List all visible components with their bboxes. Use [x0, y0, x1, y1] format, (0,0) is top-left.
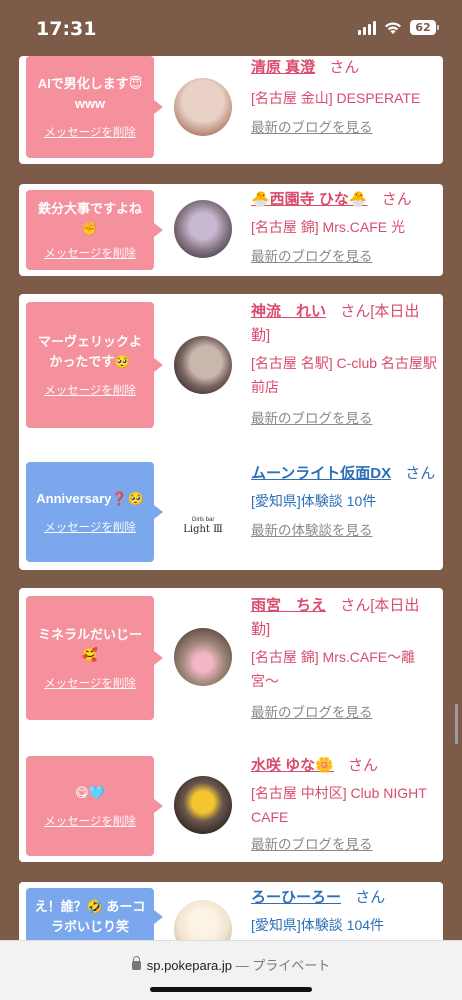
message-text: ミネラルだいじー🥰 — [37, 627, 142, 662]
private-mode-label: プライベート — [252, 958, 331, 973]
message-bubble: Anniversary❓🥺 メッセージを削除 — [26, 462, 163, 562]
profile-info: 清原 真澄 さん [名古屋 金山] DESPERATE 最新のブログを見る — [251, 56, 437, 136]
delete-message-link[interactable]: メッセージを削除 — [44, 813, 136, 829]
message-bubble: 鉄分大事ですよね✊ メッセージを削除 — [26, 190, 163, 270]
profile-name-link[interactable]: ムーンライト仮面DX — [251, 465, 391, 482]
avatar[interactable] — [174, 900, 232, 940]
avatar[interactable] — [174, 336, 232, 394]
url-separator: — — [232, 958, 253, 973]
honorific: さん — [381, 191, 412, 208]
message-card: 鉄分大事ですよね✊ メッセージを削除 🐣西園寺 ひな🐣 さん [名古屋 錦] M… — [19, 184, 443, 276]
honorific: さん — [348, 757, 379, 774]
honorific: さん — [340, 303, 371, 320]
profile-name-link[interactable]: 清原 真澄 — [251, 59, 315, 76]
message-feed[interactable]: AIで男化します😇 www メッセージを削除 清原 真澄 さん [名古屋 金山]… — [0, 56, 462, 940]
delete-message-link[interactable]: メッセージを削除 — [44, 675, 136, 691]
message-card: え！誰？🤣 あーコラボいじり笑 ろーひーろー さん [愛知県]体験談 104件 — [19, 882, 443, 940]
battery-icon: 62 — [410, 20, 439, 35]
profile-name-link[interactable]: 水咲 ゆな🌼 — [251, 757, 334, 774]
honorific: さん — [355, 889, 386, 906]
message-card: 😋🩵 メッセージを削除 水咲 ゆな🌼 さん [名古屋 中村区] Club NIG… — [19, 748, 443, 862]
honorific: さん — [329, 59, 360, 76]
avatar[interactable] — [174, 776, 232, 834]
avatar[interactable] — [174, 200, 232, 258]
delete-message-link[interactable]: メッセージを削除 — [44, 519, 136, 535]
profile-info: 神流 れい さん[本日出勤] [名古屋 名駅] C-club 名古屋駅前店 最新… — [251, 300, 437, 427]
message-bubble: AIで男化します😇 www メッセージを削除 — [26, 56, 163, 158]
message-card: Anniversary❓🥺 メッセージを削除 Girls bar Light Ⅲ… — [19, 454, 443, 570]
lock-icon — [131, 956, 141, 970]
browser-url-bar[interactable]: sp.pokepara.jp — プライベート — [0, 940, 462, 1000]
profile-info: 水咲 ゆな🌼 さん [名古屋 中村区] Club NIGHT CAFE 最新のブ… — [251, 754, 437, 853]
profile-info: ろーひーろー さん [愛知県]体験談 104件 — [251, 886, 437, 937]
home-indicator[interactable] — [150, 987, 312, 992]
message-text: AIで男化します😇 www — [37, 76, 143, 111]
latest-blog-link[interactable]: 最新のブログを見る — [251, 245, 437, 265]
profile-name-link[interactable]: 神流 れい — [251, 303, 326, 320]
shop-detail: [名古屋 金山] DESPERATE — [251, 90, 421, 106]
message-card: AIで男化します😇 www メッセージを削除 清原 真澄 さん [名古屋 金山]… — [19, 56, 443, 164]
latest-blog-link[interactable]: 最新のブログを見る — [251, 116, 437, 136]
message-bubble: 😋🩵 メッセージを削除 — [26, 756, 163, 856]
profile-name-link[interactable]: ろーひーろー — [251, 889, 341, 906]
shop-detail: [愛知県]体験談 104件 — [251, 917, 385, 933]
shop-detail: [名古屋 錦] Mrs.CAFE〜離宮〜 — [251, 649, 416, 689]
avatar[interactable] — [174, 78, 232, 136]
profile-info: 🐣西園寺 ひな🐣 さん [名古屋 錦] Mrs.CAFE 光 最新のブログを見る — [251, 188, 437, 265]
honorific: さん — [340, 597, 371, 614]
message-text: マーヴェリックよかったです🥺 — [37, 334, 142, 369]
profile-info: ムーンライト仮面DX さん [愛知県]体験談 10件 最新の体験談を見る — [251, 462, 437, 539]
status-time: 17:31 — [36, 18, 97, 40]
message-bubble: え！誰？🤣 あーコラボいじり笑 — [26, 888, 163, 940]
shop-detail: [名古屋 名駅] C-club 名古屋駅前店 — [251, 355, 437, 395]
shop-logo[interactable]: Girls bar Light Ⅲ — [174, 482, 232, 540]
delete-message-link[interactable]: メッセージを削除 — [44, 245, 136, 261]
status-icons: 62 — [358, 20, 439, 35]
latest-blog-link[interactable]: 最新のブログを見る — [251, 833, 437, 853]
logo-text: Light Ⅲ — [183, 524, 223, 535]
wifi-icon — [385, 21, 401, 34]
latest-blog-link[interactable]: 最新のブログを見る — [251, 701, 437, 721]
shop-detail: [名古屋 錦] Mrs.CAFE 光 — [251, 219, 405, 235]
profile-name-link[interactable]: 雨宮 ちえ — [251, 597, 326, 614]
avatar[interactable] — [174, 628, 232, 686]
profile-info: 雨宮 ちえ さん[本日出勤] [名古屋 錦] Mrs.CAFE〜離宮〜 最新のブ… — [251, 594, 437, 721]
signal-icon — [358, 20, 376, 35]
message-text: 😋🩵 — [75, 785, 105, 800]
status-bar: 17:31 62 — [0, 0, 462, 56]
message-bubble: ミネラルだいじー🥰 メッセージを削除 — [26, 596, 163, 720]
scrollbar[interactable] — [455, 704, 458, 744]
message-bubble: マーヴェリックよかったです🥺 メッセージを削除 — [26, 302, 163, 428]
shop-detail: [愛知県]体験談 10件 — [251, 493, 377, 509]
delete-message-link[interactable]: メッセージを削除 — [44, 124, 136, 140]
moon-logo-icon — [198, 486, 207, 504]
delete-message-link[interactable]: メッセージを削除 — [44, 382, 136, 398]
logo-small-text: Girls bar — [191, 517, 215, 523]
latest-blog-link[interactable]: 最新のブログを見る — [251, 407, 437, 427]
url-host: sp.pokepara.jp — [146, 958, 233, 973]
message-text: Anniversary❓🥺 — [36, 491, 144, 506]
shop-detail: [名古屋 中村区] Club NIGHT CAFE — [251, 785, 427, 825]
latest-review-link[interactable]: 最新の体験談を見る — [251, 519, 437, 539]
url-display[interactable]: sp.pokepara.jp — プライベート — [0, 955, 462, 974]
message-text: 鉄分大事ですよね✊ — [37, 201, 142, 236]
profile-name-link[interactable]: 🐣西園寺 ひな🐣 — [251, 191, 368, 208]
message-text: え！誰？🤣 あーコラボいじり笑 — [34, 899, 146, 934]
honorific: さん — [405, 465, 436, 482]
